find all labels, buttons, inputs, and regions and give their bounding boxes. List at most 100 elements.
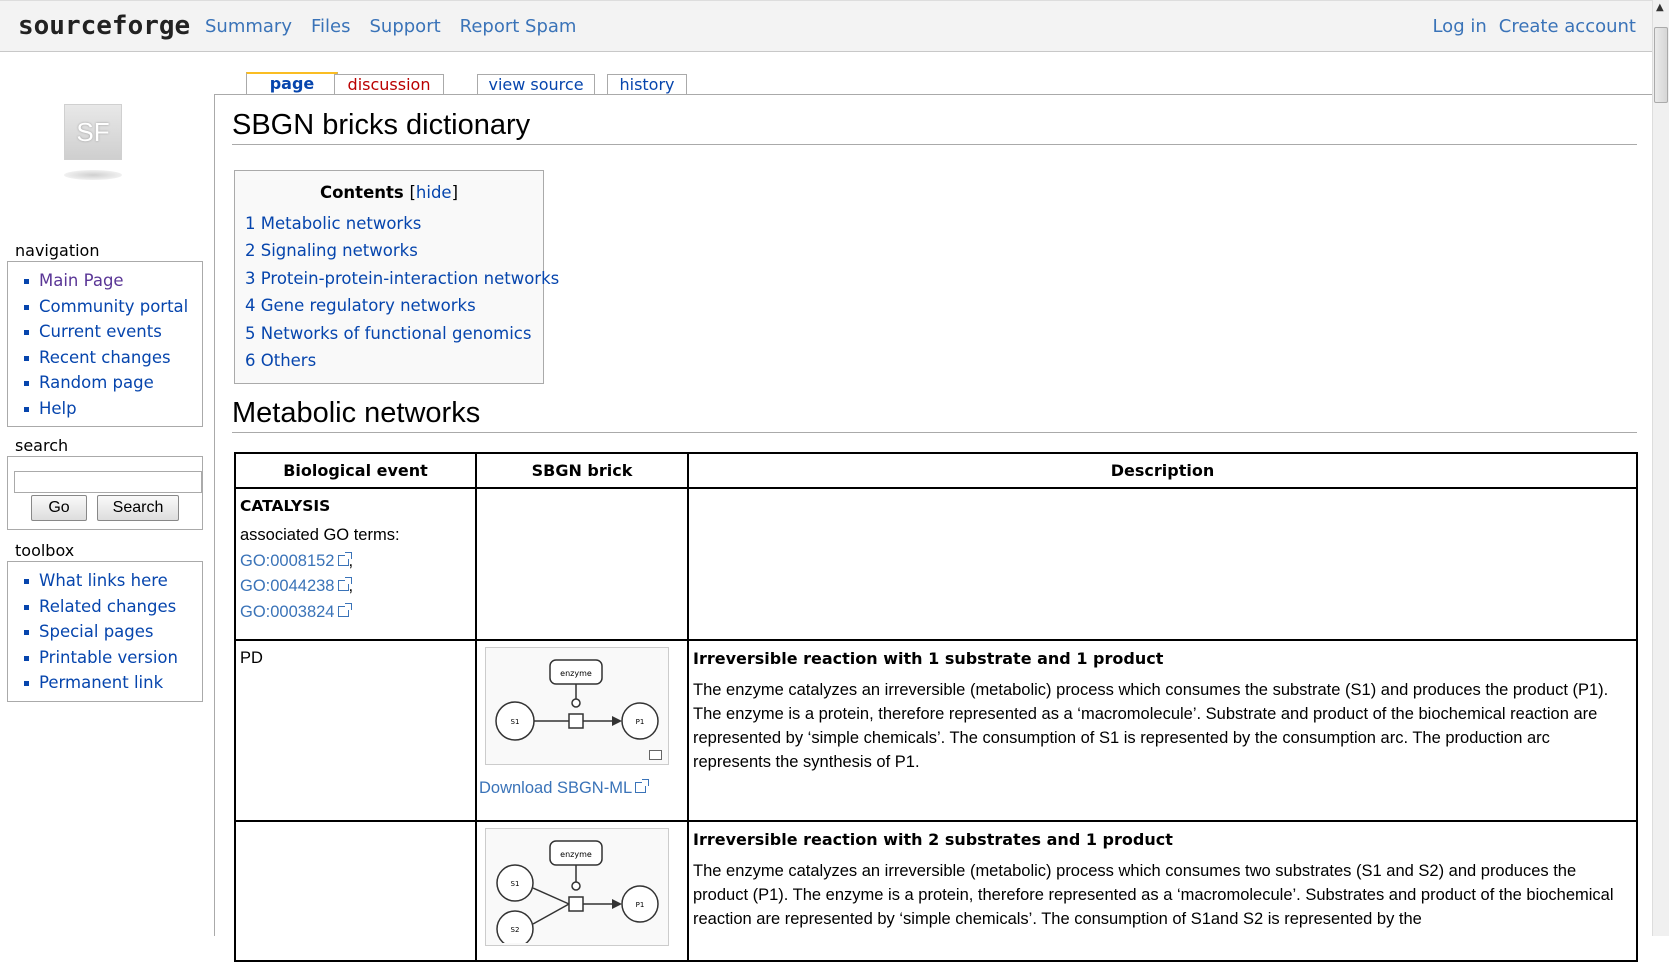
toc-heading: Contents — [319, 183, 404, 202]
go-button[interactable]: Go — [31, 495, 87, 521]
login-link[interactable]: Log in — [1432, 16, 1486, 37]
header-sbgn-brick: SBGN brick — [475, 452, 689, 489]
description-cell — [687, 487, 1638, 641]
scroll-thumb[interactable] — [1654, 27, 1668, 103]
nav-summary[interactable]: Summary — [205, 16, 292, 37]
event-name: PD — [240, 649, 263, 667]
search-button[interactable]: Search — [97, 495, 179, 521]
diagram-s2-label: S2 — [511, 926, 520, 934]
navigation-portlet: Main Page Community portal Current event… — [7, 261, 203, 427]
nav-report-spam[interactable]: Report Spam — [460, 16, 577, 37]
toc-item-gene-regulatory[interactable]: 4 Gene regulatory networks — [245, 292, 533, 319]
scroll-up-arrow-icon[interactable]: ▲ — [1656, 2, 1664, 13]
toc-item-functional-genomics[interactable]: 5 Networks of functional genomics — [245, 320, 533, 347]
tab-history[interactable]: history — [607, 74, 687, 95]
toc-item-others[interactable]: 6 Others — [245, 347, 533, 374]
event-cell: PD — [234, 639, 477, 822]
nav-files[interactable]: Files — [311, 16, 351, 37]
vertical-scrollbar[interactable]: ▲ — [1652, 0, 1669, 936]
toolbox-permanent-link[interactable]: Permanent link — [18, 670, 202, 696]
toc-title: Contents [hide] — [245, 183, 533, 202]
description-title: Irreversible reaction with 2 substrates … — [693, 830, 1173, 849]
diagram-s1-label: S1 — [511, 880, 520, 888]
toolbox-title: toolbox — [15, 541, 75, 560]
tab-discussion[interactable]: discussion — [334, 74, 444, 95]
toc-item-metabolic[interactable]: 1 Metabolic networks — [245, 210, 533, 237]
diagram-p1-label: P1 — [636, 901, 645, 909]
description-text: The enzyme catalyzes an irreversible (me… — [693, 681, 1609, 771]
toolbox-what-links-here[interactable]: What links here — [18, 568, 202, 594]
table-row: PD enzyme S1 P1 Download SBGN-ML Irrever… — [234, 639, 1638, 822]
sidebar-item-community-portal[interactable]: Community portal — [18, 294, 202, 320]
top-bar: sourceforge Summary Files Support Report… — [0, 0, 1652, 52]
download-sbgn-ml-link[interactable]: Download SBGN-ML — [479, 779, 685, 798]
sidebar-item-main-page[interactable]: Main Page — [18, 268, 202, 294]
go-term-link[interactable]: GO:0003824 — [240, 603, 335, 621]
toolbox-special-pages[interactable]: Special pages — [18, 619, 202, 645]
description-title: Irreversible reaction with 1 substrate a… — [693, 649, 1164, 668]
content-area: SBGN bricks dictionary Contents [hide] 1… — [214, 94, 1652, 962]
tab-page[interactable]: page — [246, 72, 338, 95]
go-terms-label: associated GO terms: — [240, 526, 400, 544]
sidebar-item-help[interactable]: Help — [18, 396, 202, 422]
top-nav: Summary Files Support Report Spam — [205, 16, 576, 37]
diagram-p1-label: P1 — [636, 718, 645, 726]
description-text: The enzyme catalyzes an irreversible (me… — [693, 862, 1614, 928]
sidebar-item-current-events[interactable]: Current events — [18, 319, 202, 345]
sidebar-item-recent-changes[interactable]: Recent changes — [18, 345, 202, 371]
section-heading-metabolic: Metabolic networks — [232, 397, 1637, 433]
create-account-link[interactable]: Create account — [1499, 16, 1636, 37]
toc-item-signaling[interactable]: 2 Signaling networks — [245, 237, 533, 264]
enlarge-icon[interactable] — [649, 750, 662, 760]
brick-cell: enzyme S1 S2 P1 — [475, 820, 689, 962]
tab-view-source[interactable]: view source — [477, 74, 595, 95]
toc-item-ppi[interactable]: 3 Protein-protein-interaction networks — [245, 265, 559, 292]
table-of-contents: Contents [hide] 1 Metabolic networks 2 S… — [234, 170, 559, 384]
event-name: CATALYSIS — [240, 497, 331, 515]
toc-hide-toggle[interactable]: [hide] — [409, 183, 458, 202]
sourceforge-logo[interactable]: sourceforge — [18, 11, 190, 41]
go-term-link[interactable]: GO:0044238 — [240, 577, 335, 595]
logo-shadow — [64, 170, 122, 180]
toolbox-printable-version[interactable]: Printable version — [18, 645, 202, 671]
go-term-link[interactable]: GO:0008152 — [240, 552, 335, 570]
event-cell: CATALYSIS associated GO terms: GO:000815… — [234, 487, 477, 641]
search-portlet: Go Search — [7, 456, 203, 530]
tab-history-label: history — [619, 75, 675, 94]
sbgn-diagram: enzyme S1 S2 P1 — [496, 840, 659, 943]
description-cell: Irreversible reaction with 2 substrates … — [687, 820, 1638, 962]
toolbox-portlet: What links here Related changes Special … — [7, 561, 203, 702]
tab-discussion-label: discussion — [347, 75, 431, 94]
brick-cell — [475, 487, 689, 641]
account-links: Log in Create account — [1432, 16, 1636, 37]
diagram-s1-label: S1 — [511, 718, 520, 726]
external-link-icon — [337, 577, 352, 592]
search-input[interactable] — [14, 471, 202, 493]
sidebar-item-random-page[interactable]: Random page — [18, 370, 202, 396]
description-cell: Irreversible reaction with 1 substrate a… — [687, 639, 1638, 822]
tab-page-label: page — [269, 74, 315, 93]
external-link-icon — [337, 551, 352, 566]
diagram-enzyme-label: enzyme — [560, 850, 592, 859]
page-title: SBGN bricks dictionary — [232, 109, 1637, 145]
diagram-enzyme-label: enzyme — [560, 669, 592, 678]
header-biological-event: Biological event — [234, 452, 477, 489]
sbgn-diagram: enzyme S1 P1 — [495, 659, 659, 741]
sbgn-diagram-thumbnail[interactable]: enzyme S1 P1 — [485, 647, 669, 765]
nav-support[interactable]: Support — [370, 16, 441, 37]
external-link-icon — [337, 602, 352, 617]
toolbox-related-changes[interactable]: Related changes — [18, 594, 202, 620]
search-title: search — [15, 436, 69, 455]
table-row: CATALYSIS associated GO terms: GO:000815… — [234, 487, 1638, 641]
navigation-title: navigation — [15, 241, 100, 260]
tab-view-source-label: view source — [488, 75, 584, 94]
sbgn-diagram-thumbnail[interactable]: enzyme S1 S2 P1 — [485, 828, 669, 946]
bricks-table: Biological event SBGN brick Description … — [234, 452, 1638, 962]
table-header-row: Biological event SBGN brick Description — [234, 452, 1638, 489]
header-description: Description — [687, 452, 1638, 489]
table-row: enzyme S1 S2 P1 Irreversible reaction wi… — [234, 820, 1638, 962]
external-link-icon — [635, 779, 650, 793]
event-cell — [234, 820, 477, 962]
brick-cell: enzyme S1 P1 Download SBGN-ML — [475, 639, 689, 822]
project-logo[interactable]: SF — [64, 104, 122, 160]
